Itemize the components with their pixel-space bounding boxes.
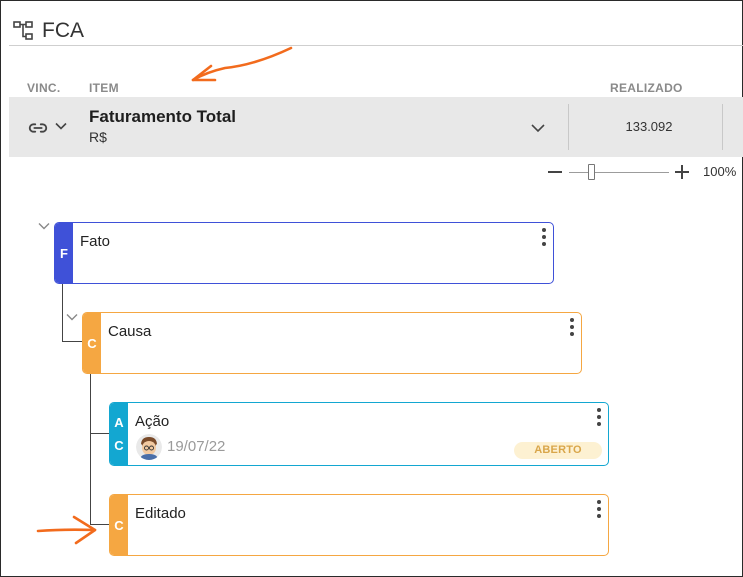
- acao-card[interactable]: A C Ação 19/07/22 ABERTO: [109, 402, 609, 466]
- realizado-value: 133.092: [625, 119, 673, 134]
- card-title: Fato: [80, 233, 111, 250]
- hierarchy-icon: [13, 21, 33, 40]
- editado-card[interactable]: C Editado: [109, 494, 609, 556]
- column-header-item: ITEM: [89, 81, 119, 95]
- column-header-realizado: REALIZADO: [610, 81, 683, 95]
- item-unit: R$: [89, 129, 107, 145]
- tree-connector: [90, 433, 109, 434]
- collapse-chevron-icon[interactable]: [65, 310, 79, 324]
- item-dropdown-chevron-icon[interactable]: [530, 120, 546, 136]
- zoom-out-icon[interactable]: [548, 171, 562, 173]
- tree-connector: [90, 374, 91, 525]
- more-options-icon[interactable]: [596, 407, 602, 429]
- card-type-stripe: F: [55, 223, 73, 283]
- tree-connector: [62, 284, 63, 342]
- column-divider: [722, 104, 723, 150]
- vinc-dropdown-chevron-icon[interactable]: [54, 119, 68, 133]
- zoom-control: 100%: [548, 162, 743, 182]
- card-type-letter: C: [114, 438, 124, 453]
- zoom-slider-thumb[interactable]: [588, 164, 595, 180]
- card-type-letter: A: [114, 415, 124, 430]
- page-title: FCA: [42, 19, 84, 42]
- zoom-in-icon[interactable]: [675, 164, 691, 180]
- card-type-letter: F: [60, 245, 68, 261]
- zoom-percent: 100%: [703, 164, 737, 179]
- item-name: Faturamento Total: [89, 107, 237, 126]
- tree-connector: [62, 341, 82, 342]
- more-options-icon[interactable]: [569, 317, 575, 339]
- annotation-arrow-icon: [191, 46, 293, 82]
- page-header: FCA: [12, 16, 84, 46]
- causa-card[interactable]: C Causa: [82, 312, 582, 374]
- fato-card[interactable]: F Fato: [54, 222, 554, 284]
- item-row: Faturamento Total R$ 133.092: [9, 97, 743, 157]
- due-date: 19/07/22: [167, 438, 226, 455]
- zoom-slider-track[interactable]: [569, 172, 669, 173]
- card-type-letter: C: [114, 517, 124, 533]
- avatar: [136, 434, 162, 460]
- card-type-stripe: C: [83, 313, 101, 373]
- card-type-stripe: A C: [110, 403, 128, 465]
- column-header-vinc: VINC.: [27, 81, 61, 95]
- link-icon[interactable]: [27, 117, 49, 139]
- card-type-letter: C: [87, 335, 97, 351]
- collapse-chevron-icon[interactable]: [37, 219, 51, 233]
- column-divider: [568, 104, 569, 150]
- status-badge: ABERTO: [514, 442, 602, 459]
- more-options-icon[interactable]: [596, 499, 602, 521]
- card-type-stripe: C: [110, 495, 128, 555]
- header-divider: [9, 45, 743, 46]
- annotation-arrow-icon: [36, 515, 97, 545]
- more-options-icon[interactable]: [541, 227, 547, 249]
- card-title: Editado: [135, 505, 186, 522]
- card-title: Ação: [135, 413, 170, 430]
- card-title: Causa: [108, 323, 152, 340]
